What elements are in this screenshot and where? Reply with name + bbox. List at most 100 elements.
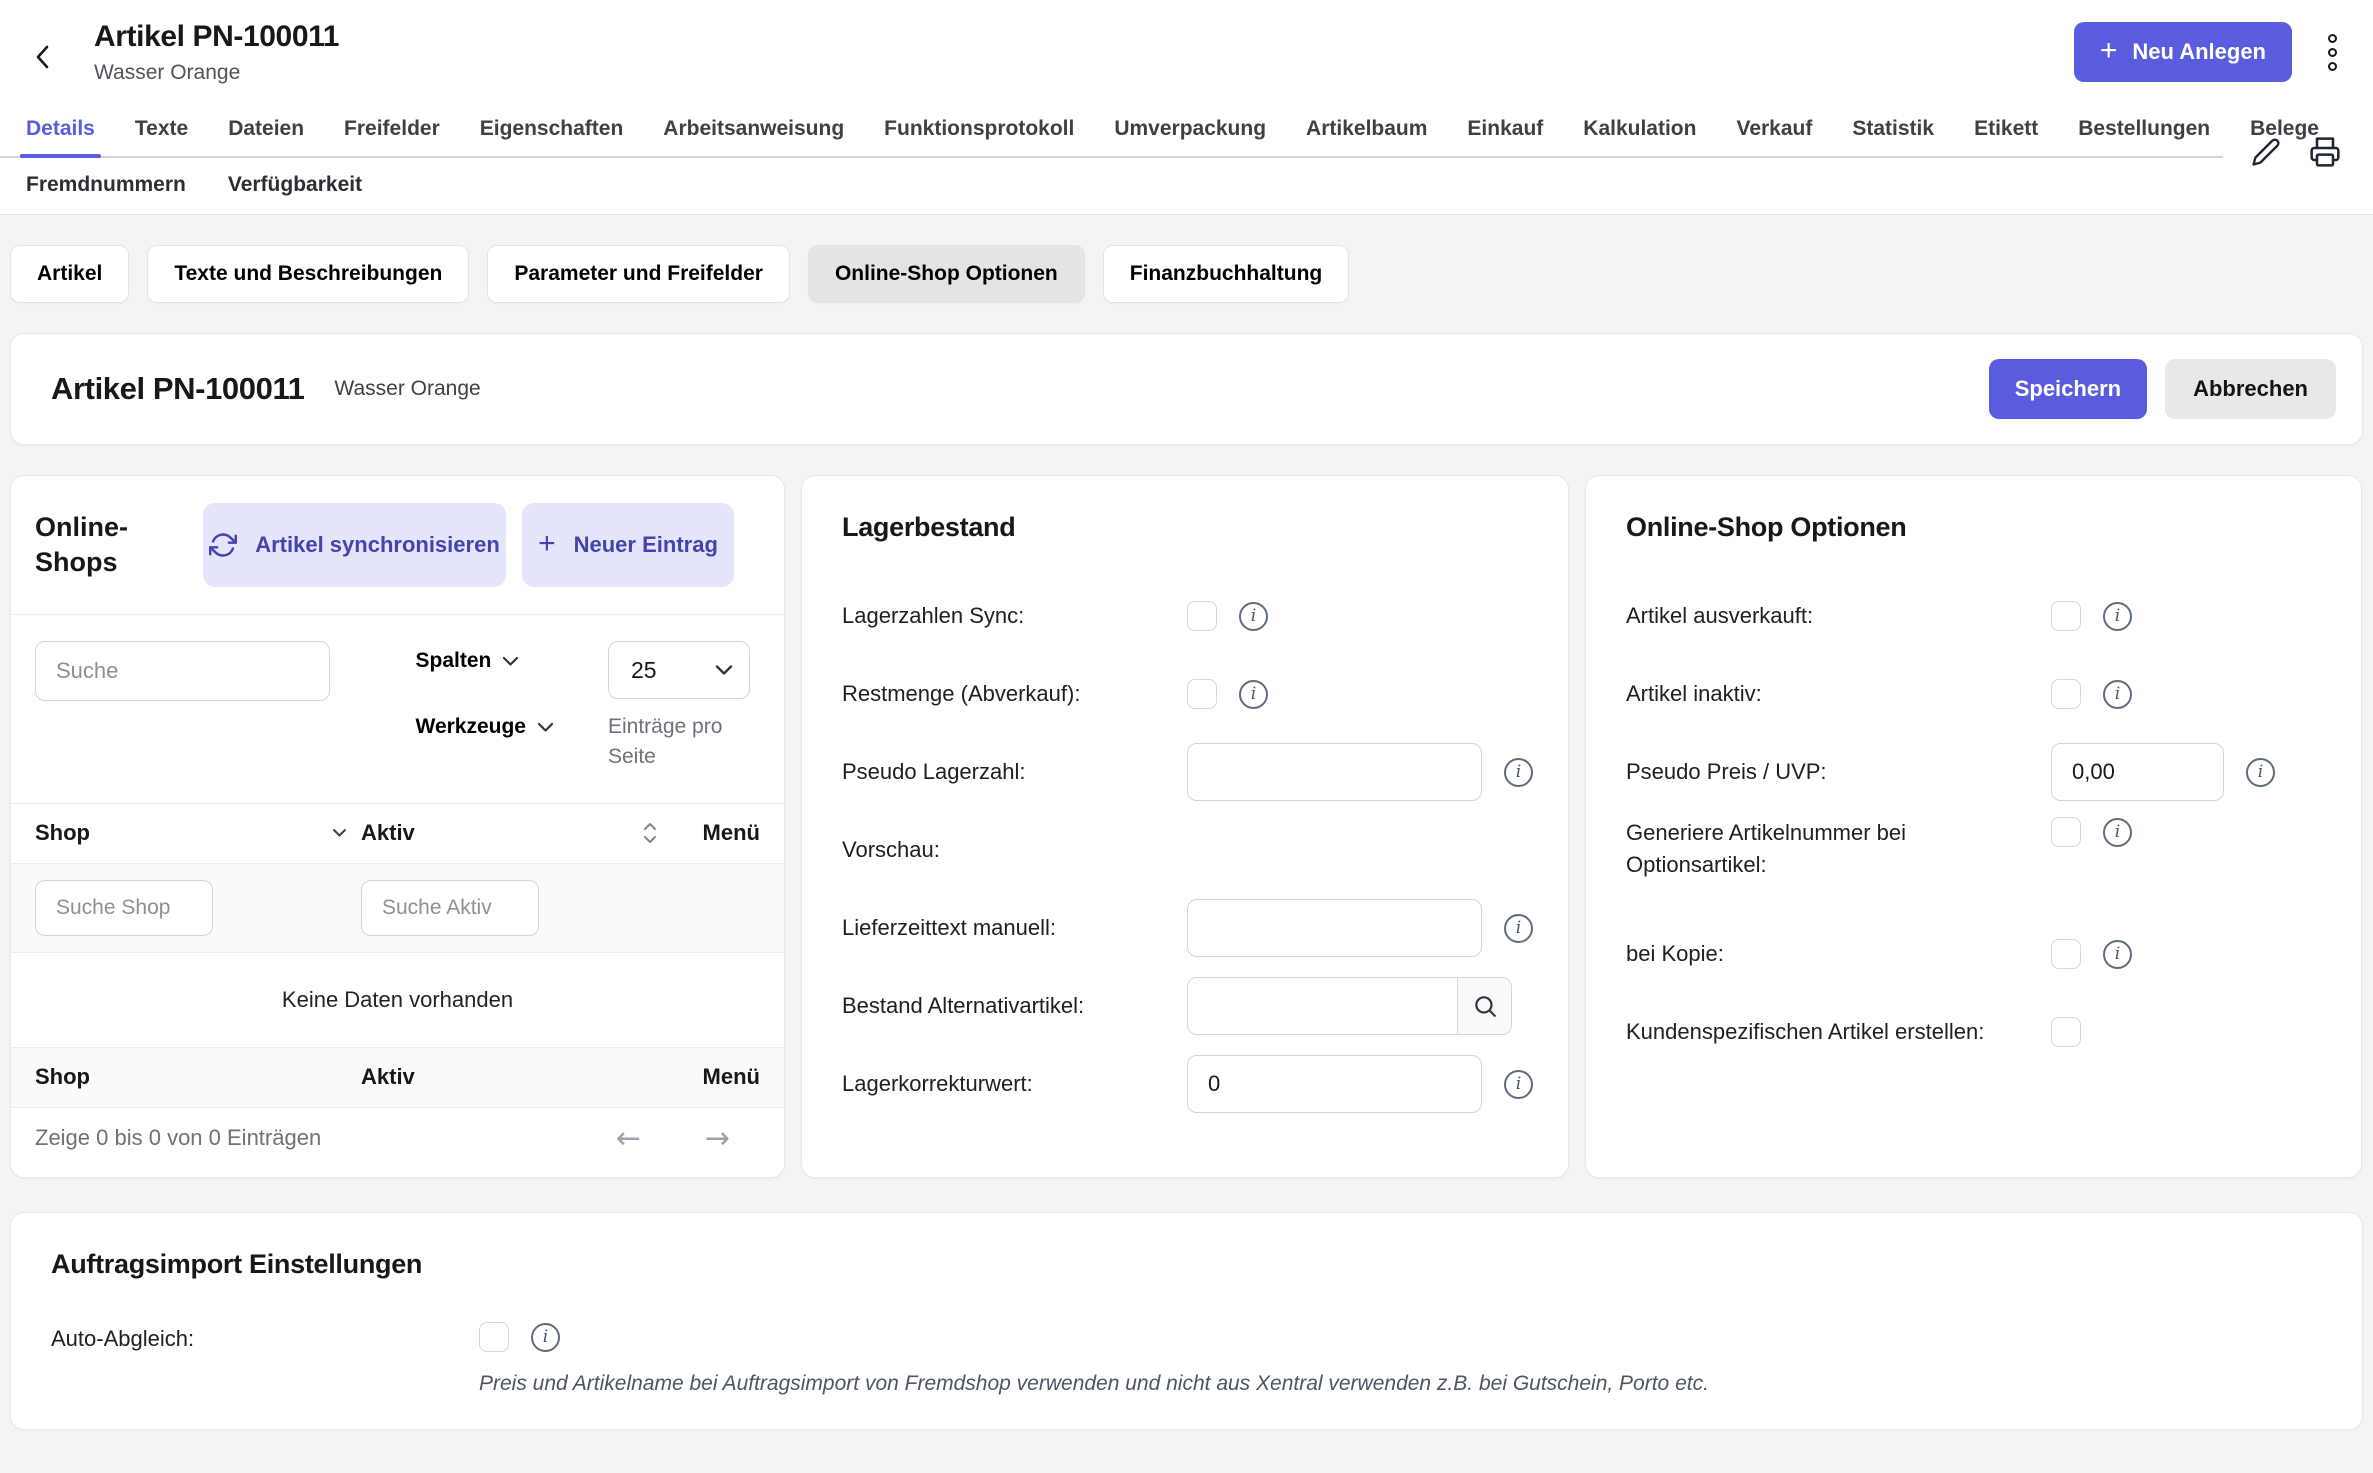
article-title: Artikel PN-100011: [51, 371, 304, 407]
columns-dropdown[interactable]: Spalten: [416, 649, 520, 673]
previous-page-button[interactable]: ←: [616, 1121, 641, 1156]
alternativartikel-search-button[interactable]: [1457, 977, 1512, 1035]
kebab-dot: [2328, 34, 2337, 43]
lagerkorrekturwert-input[interactable]: [1187, 1055, 1482, 1113]
chevron-down-icon: [537, 722, 554, 733]
sync-article-button[interactable]: Artikel synchronisieren: [203, 503, 506, 587]
header-actions: + Neu Anlegen: [2074, 22, 2343, 82]
info-icon[interactable]: i: [2103, 680, 2132, 709]
info-icon[interactable]: i: [531, 1323, 560, 1352]
pagination-text: Zeige 0 bis 0 von 0 Einträgen: [35, 1125, 321, 1151]
edit-button[interactable]: [2249, 134, 2283, 170]
info-icon[interactable]: i: [1504, 914, 1533, 943]
tools-dropdown[interactable]: Werkzeuge: [416, 715, 555, 739]
pill-finanzbuchhaltung[interactable]: Finanzbuchhaltung: [1103, 245, 1349, 303]
lagerzahlen-sync-checkbox[interactable]: [1187, 601, 1217, 631]
generiere-artikelnummer-checkbox[interactable]: [2051, 817, 2081, 847]
generiere-artikelnummer-row: Generiere Artikelnummer bei Optionsartik…: [1626, 811, 2321, 915]
pill-texte-und-beschreibungen[interactable]: Texte und Beschreibungen: [147, 245, 469, 303]
auto-abgleich-hint: Preis und Artikelname bei Auftragsimport…: [479, 1372, 1709, 1396]
shop-column-header[interactable]: Shop: [35, 820, 361, 846]
tab-bestellungen[interactable]: Bestellungen: [2078, 102, 2210, 156]
auftragsimport-title: Auftragsimport Einstellungen: [51, 1249, 2322, 1280]
tab-texte[interactable]: Texte: [135, 102, 188, 156]
page-size-select[interactable]: 25: [608, 641, 750, 699]
tab-verfuegbarkeit[interactable]: Verfügbarkeit: [228, 173, 362, 197]
article-actions: Speichern Abbrechen: [1989, 359, 2336, 419]
header-icon-buttons: [2249, 134, 2343, 170]
info-icon[interactable]: i: [1239, 680, 1268, 709]
tab-umverpackung[interactable]: Umverpackung: [1114, 102, 1266, 156]
search-input[interactable]: [35, 641, 330, 701]
pencil-icon: [2251, 137, 2281, 167]
pseudo-lagerzahl-input[interactable]: [1187, 743, 1482, 801]
tab-kalkulation[interactable]: Kalkulation: [1583, 102, 1696, 156]
footer-menu-header: Menü: [661, 1064, 760, 1090]
shop-filter-input[interactable]: [35, 880, 213, 936]
lieferzeittext-row: Lieferzeittext manuell: i: [842, 889, 1528, 967]
tab-etikett[interactable]: Etikett: [1974, 102, 2038, 156]
pagination-row: Zeige 0 bis 0 von 0 Einträgen ← →: [11, 1108, 784, 1177]
lieferzeittext-input[interactable]: [1187, 899, 1482, 957]
info-icon[interactable]: i: [2103, 940, 2132, 969]
neu-anlegen-button[interactable]: + Neu Anlegen: [2074, 22, 2292, 82]
pseudo-preis-row: Pseudo Preis / UVP: i: [1626, 733, 2321, 811]
aktiv-column-header[interactable]: Aktiv: [361, 820, 661, 846]
shop-filter-cell: [35, 880, 361, 936]
info-icon[interactable]: i: [2103, 602, 2132, 631]
online-shops-controls: Spalten Werkzeuge 25: [11, 615, 784, 804]
tab-verkauf[interactable]: Verkauf: [1736, 102, 1812, 156]
pill-parameter-und-freifelder[interactable]: Parameter und Freifelder: [487, 245, 790, 303]
auto-abgleich-checkbox[interactable]: [479, 1322, 509, 1352]
tab-arbeitsanweisung[interactable]: Arbeitsanweisung: [663, 102, 844, 156]
tab-einkauf[interactable]: Einkauf: [1467, 102, 1543, 156]
tab-freifelder[interactable]: Freifelder: [344, 102, 440, 156]
pill-artikel[interactable]: Artikel: [10, 245, 129, 303]
new-entry-button[interactable]: + Neuer Eintrag: [522, 503, 734, 587]
save-button[interactable]: Speichern: [1989, 359, 2147, 419]
tab-details[interactable]: Details: [26, 102, 95, 156]
tab-funktionsprotokoll[interactable]: Funktionsprotokoll: [884, 102, 1074, 156]
cancel-button[interactable]: Abbrechen: [2165, 359, 2336, 419]
artikel-ausverkauft-checkbox[interactable]: [2051, 601, 2081, 631]
footer-shop-header: Shop: [35, 1064, 90, 1090]
shops-table-footer-header: Shop Aktiv Menü: [11, 1048, 784, 1108]
aktiv-filter-input[interactable]: [361, 880, 539, 936]
panels-row: Online-Shops Artikel synchronisieren + N…: [10, 475, 2363, 1178]
sort-both-icon: [643, 822, 657, 844]
kebab-menu-button[interactable]: [2322, 28, 2343, 77]
auto-abgleich-row: Auto-Abgleich: i Preis und Artikelname b…: [51, 1326, 2322, 1396]
artikel-ausverkauft-row: Artikel ausverkauft: i: [1626, 577, 2321, 655]
tab-statistik[interactable]: Statistik: [1852, 102, 1934, 156]
info-icon[interactable]: i: [2103, 818, 2132, 847]
neu-anlegen-label: Neu Anlegen: [2132, 39, 2266, 65]
pseudo-preis-input[interactable]: [2051, 743, 2224, 801]
bei-kopie-checkbox[interactable]: [2051, 939, 2081, 969]
alternativartikel-input[interactable]: [1187, 977, 1457, 1035]
app-header: Artikel PN-100011 Wasser Orange + Neu An…: [0, 0, 2373, 215]
info-icon[interactable]: i: [1504, 758, 1533, 787]
chevron-left-icon: [30, 40, 56, 74]
back-button[interactable]: [26, 36, 60, 78]
artikel-inaktiv-checkbox[interactable]: [2051, 679, 2081, 709]
page-subtitle: Wasser Orange: [94, 61, 339, 85]
tab-dateien[interactable]: Dateien: [228, 102, 304, 156]
pill-online-shop-optionen[interactable]: Online-Shop Optionen: [808, 245, 1085, 303]
plus-icon: +: [538, 529, 556, 559]
info-icon[interactable]: i: [1504, 1070, 1533, 1099]
menu-column-header: Menü: [661, 820, 760, 846]
info-icon[interactable]: i: [1239, 602, 1268, 631]
tab-artikelbaum[interactable]: Artikelbaum: [1306, 102, 1427, 156]
online-shops-panel: Online-Shops Artikel synchronisieren + N…: [10, 475, 785, 1178]
restmenge-checkbox[interactable]: [1187, 679, 1217, 709]
info-icon[interactable]: i: [2246, 758, 2275, 787]
plus-icon: +: [2100, 36, 2118, 66]
next-page-button[interactable]: →: [705, 1121, 730, 1156]
kundenspezifisch-checkbox[interactable]: [2051, 1017, 2081, 1047]
shop-options-panel: Online-Shop Optionen Artikel ausverkauft…: [1585, 475, 2362, 1178]
tab-eigenschaften[interactable]: Eigenschaften: [480, 102, 624, 156]
print-button[interactable]: [2307, 134, 2343, 170]
tab-fremdnummern[interactable]: Fremdnummern: [26, 173, 186, 197]
columns-dropdown-label: Spalten: [416, 649, 492, 673]
lagerbestand-panel: Lagerbestand Lagerzahlen Sync: i Restmen…: [801, 475, 1569, 1178]
